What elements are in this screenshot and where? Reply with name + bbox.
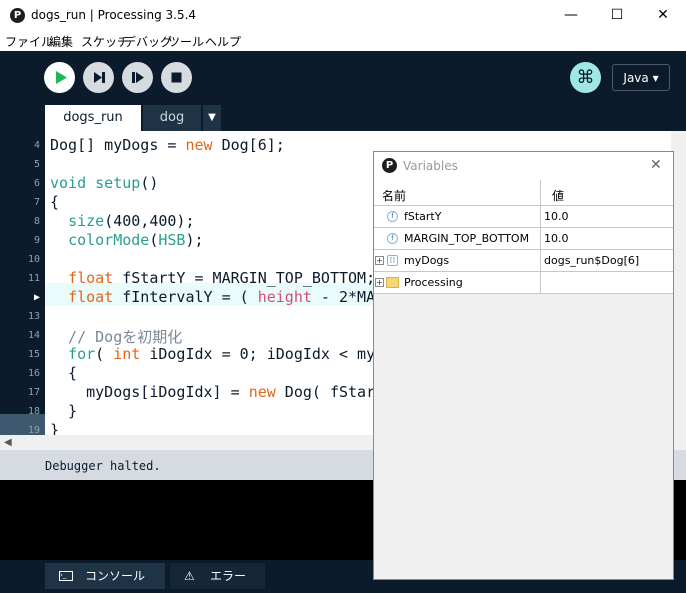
variable-value[interactable]: dogs_run$Dog[6]	[544, 254, 639, 267]
column-header-value[interactable]: 値	[552, 187, 564, 204]
line-number[interactable]: 4	[0, 140, 40, 151]
processing-app-icon: P	[382, 158, 397, 173]
debugger-status-text: Debugger halted.	[45, 459, 161, 473]
tab-errors-label: エラー	[210, 569, 247, 583]
code-line[interactable]: float fIntervalY = ( height - 2*MA	[50, 288, 375, 306]
processing-app-icon: P	[10, 8, 25, 23]
menu-bar: ファイル 編集 スケッチ デバッグ ツール ヘルプ	[0, 31, 686, 51]
menu-tools[interactable]: ツール	[168, 33, 204, 50]
tab-console[interactable]: ›_ コンソール	[45, 563, 165, 589]
variables-title-bar: P Variables ✕	[374, 152, 673, 180]
stop-button[interactable]	[161, 62, 192, 93]
variable-name: fStartY	[404, 210, 442, 223]
line-number[interactable]: 10	[0, 254, 40, 265]
variable-row[interactable]: f MARGIN_TOP_BOTTOM 10.0	[374, 228, 673, 250]
folder-icon	[386, 277, 399, 288]
code-line[interactable]: size(400,400);	[50, 212, 194, 230]
field-icon: f	[387, 233, 398, 244]
variable-row[interactable]: f fStartY 10.0	[374, 206, 673, 228]
mode-select[interactable]: Java ▾	[612, 64, 670, 91]
step-icon	[94, 72, 105, 83]
line-number[interactable]: 5	[0, 159, 40, 170]
variables-window: P Variables ✕ 名前 値 f fStartY 10.0 f MARG…	[373, 151, 674, 580]
scroll-left-icon[interactable]: ◀	[4, 435, 12, 450]
code-line[interactable]: for( int iDogIdx = 0; iDogIdx < my	[50, 345, 375, 363]
code-line[interactable]: float fStartY = MARGIN_TOP_BOTTOM;	[50, 269, 375, 287]
toolbar: ⌘ Java ▾	[0, 51, 686, 105]
expand-icon[interactable]: +	[375, 256, 384, 265]
array-icon: []	[387, 255, 398, 266]
step-button[interactable]	[83, 62, 114, 93]
line-number[interactable]: 16	[0, 368, 40, 379]
warning-icon: ⚠	[184, 569, 195, 583]
variables-header-row: 名前 値	[374, 180, 673, 206]
code-line[interactable]: colorMode(HSB);	[50, 231, 203, 249]
line-number[interactable]: 15	[0, 349, 40, 360]
tab-menu-button[interactable]: ▼	[203, 105, 221, 131]
expand-icon[interactable]: +	[375, 278, 384, 287]
sketch-tab-bar: dogs_run dog ▼	[0, 105, 686, 131]
line-number[interactable]: 7	[0, 197, 40, 208]
console-icon: ›_	[59, 571, 73, 581]
line-number[interactable]: 6	[0, 178, 40, 189]
line-number[interactable]: 11	[0, 273, 40, 284]
code-line[interactable]: void setup()	[50, 174, 158, 192]
line-number[interactable]: 14	[0, 330, 40, 341]
menu-sketch[interactable]: スケッチ	[81, 33, 129, 50]
line-number-gutter: 4 5 6 7 8 9 10 11 ▶ 13 14 15 16 17 18 19	[0, 131, 45, 437]
variable-row[interactable]: + Processing	[374, 272, 673, 294]
continue-icon	[132, 72, 144, 83]
line-number[interactable]: 8	[0, 216, 40, 227]
close-button[interactable]: ✕	[640, 0, 686, 31]
line-number[interactable]: 18	[0, 406, 40, 417]
code-line[interactable]: myDogs[iDogIdx] = new Dog( fStar	[50, 383, 375, 401]
stop-icon	[171, 72, 182, 83]
line-number[interactable]: 9	[0, 235, 40, 246]
window-title: dogs_run | Processing 3.5.4	[31, 8, 197, 22]
tab-dog[interactable]: dog	[143, 105, 201, 131]
menu-file[interactable]: ファイル	[5, 33, 53, 50]
code-line[interactable]: {	[50, 364, 77, 382]
variables-title: Variables	[403, 159, 458, 173]
maximize-button[interactable]: ☐	[594, 0, 640, 31]
variable-value[interactable]: 10.0	[544, 210, 569, 223]
run-button[interactable]	[44, 62, 75, 93]
title-bar: P dogs_run | Processing 3.5.4 — ☐ ✕	[0, 0, 686, 31]
menu-debug[interactable]: デバッグ	[124, 33, 172, 50]
variable-name: myDogs	[404, 254, 450, 267]
variable-row[interactable]: + [] myDogs dogs_run$Dog[6]	[374, 250, 673, 272]
variable-value[interactable]: 10.0	[544, 232, 569, 245]
variable-name: MARGIN_TOP_BOTTOM	[404, 232, 530, 245]
continue-button[interactable]	[122, 62, 153, 93]
debugger-toggle-icon[interactable]: ⌘	[570, 62, 601, 93]
line-number[interactable]: 13	[0, 311, 40, 322]
line-number[interactable]: ▶	[0, 292, 40, 303]
variables-close-button[interactable]: ✕	[650, 157, 662, 173]
menu-edit[interactable]: 編集	[49, 33, 73, 50]
line-number[interactable]: 17	[0, 387, 40, 398]
variable-name: Processing	[404, 276, 463, 289]
tab-console-label: コンソール	[85, 569, 146, 583]
field-icon: f	[387, 211, 398, 222]
minimize-button[interactable]: —	[548, 0, 594, 31]
code-line[interactable]: {	[50, 193, 59, 211]
code-line[interactable]: // Dogを初期化	[50, 326, 182, 347]
menu-help[interactable]: ヘルプ	[205, 33, 241, 50]
code-line[interactable]: Dog[] myDogs = new Dog[6];	[50, 136, 285, 154]
tab-errors[interactable]: ⚠ エラー	[170, 563, 265, 589]
column-header-name[interactable]: 名前	[382, 187, 406, 204]
tab-dogs-run[interactable]: dogs_run	[45, 105, 141, 131]
play-icon	[56, 71, 67, 84]
code-line[interactable]: }	[50, 402, 77, 420]
code-line[interactable]: }	[50, 421, 59, 435]
